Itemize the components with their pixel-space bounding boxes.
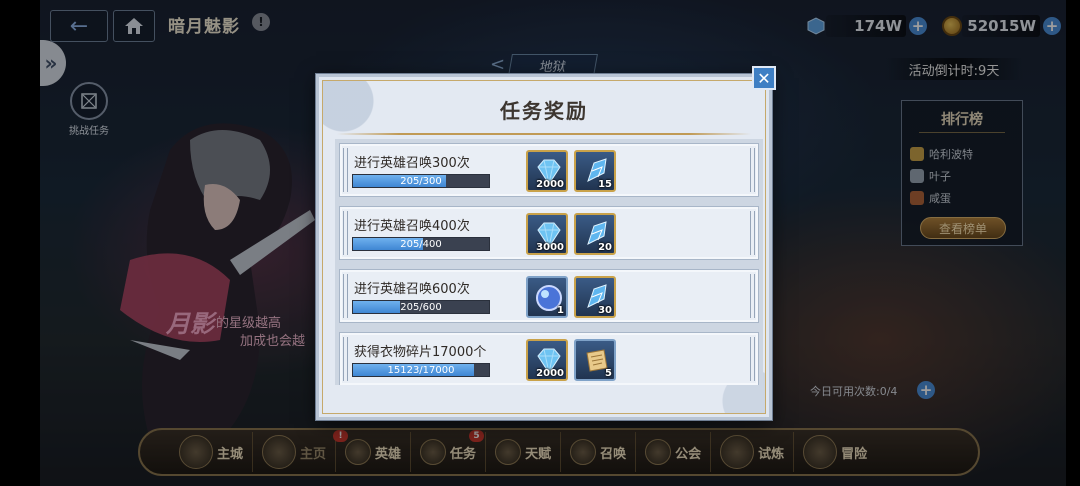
progress-text: 205/400 — [400, 238, 442, 250]
modal-body: 任务奖励 进行英雄召唤300次 205/300 2000 15 进行英雄召唤40… — [322, 80, 766, 414]
task-row: 进行英雄召唤300次 205/300 2000 15 — [339, 143, 759, 197]
reward-qty: 30 — [598, 305, 612, 316]
reward-item[interactable]: 2000 — [526, 339, 568, 381]
task-row: 进行英雄召唤600次 205/600 1 30 — [339, 269, 759, 323]
modal-title: 任务奖励 — [500, 99, 588, 123]
task-row: 进行英雄召唤400次 205/400 3000 20 — [339, 206, 759, 260]
reward-qty: 3000 — [536, 242, 564, 253]
task-name: 获得衣物碎片17000个 — [354, 345, 487, 360]
task-name: 进行英雄召唤600次 — [354, 282, 470, 297]
reward-item[interactable]: 2000 — [526, 150, 568, 192]
reward-qty: 2000 — [536, 179, 564, 190]
task-progress-bar: 205/600 — [352, 300, 490, 314]
title-divider — [337, 133, 751, 135]
close-icon: ✕ — [757, 68, 771, 88]
task-progress-bar: 205/300 — [352, 174, 490, 188]
reward-item[interactable]: 15 — [574, 150, 616, 192]
close-modal-button[interactable]: ✕ — [752, 66, 776, 90]
progress-text: 205/300 — [400, 175, 442, 187]
task-reward-modal: 任务奖励 进行英雄召唤300次 205/300 2000 15 进行英雄召唤40… — [316, 74, 772, 420]
reward-qty: 15 — [598, 179, 612, 190]
reward-item[interactable]: 1 — [526, 276, 568, 318]
task-name: 进行英雄召唤300次 — [354, 156, 470, 171]
progress-text: 15123/17000 — [387, 364, 455, 376]
reward-qty: 1 — [557, 305, 564, 316]
reward-item[interactable]: 20 — [574, 213, 616, 255]
task-progress-bar: 205/400 — [352, 237, 490, 251]
reward-item[interactable]: 5 — [574, 339, 616, 381]
task-progress-bar: 15123/17000 — [352, 363, 490, 377]
reward-item[interactable]: 30 — [574, 276, 616, 318]
reward-qty: 20 — [598, 242, 612, 253]
progress-text: 205/600 — [400, 301, 442, 313]
task-name: 进行英雄召唤400次 — [354, 219, 470, 234]
reward-item[interactable]: 3000 — [526, 213, 568, 255]
reward-qty: 5 — [605, 368, 612, 379]
task-list[interactable]: 进行英雄召唤300次 205/300 2000 15 进行英雄召唤400次 20… — [335, 139, 763, 385]
reward-qty: 2000 — [536, 368, 564, 379]
task-row: 获得衣物碎片17000个 15123/17000 2000 5 — [339, 332, 759, 385]
